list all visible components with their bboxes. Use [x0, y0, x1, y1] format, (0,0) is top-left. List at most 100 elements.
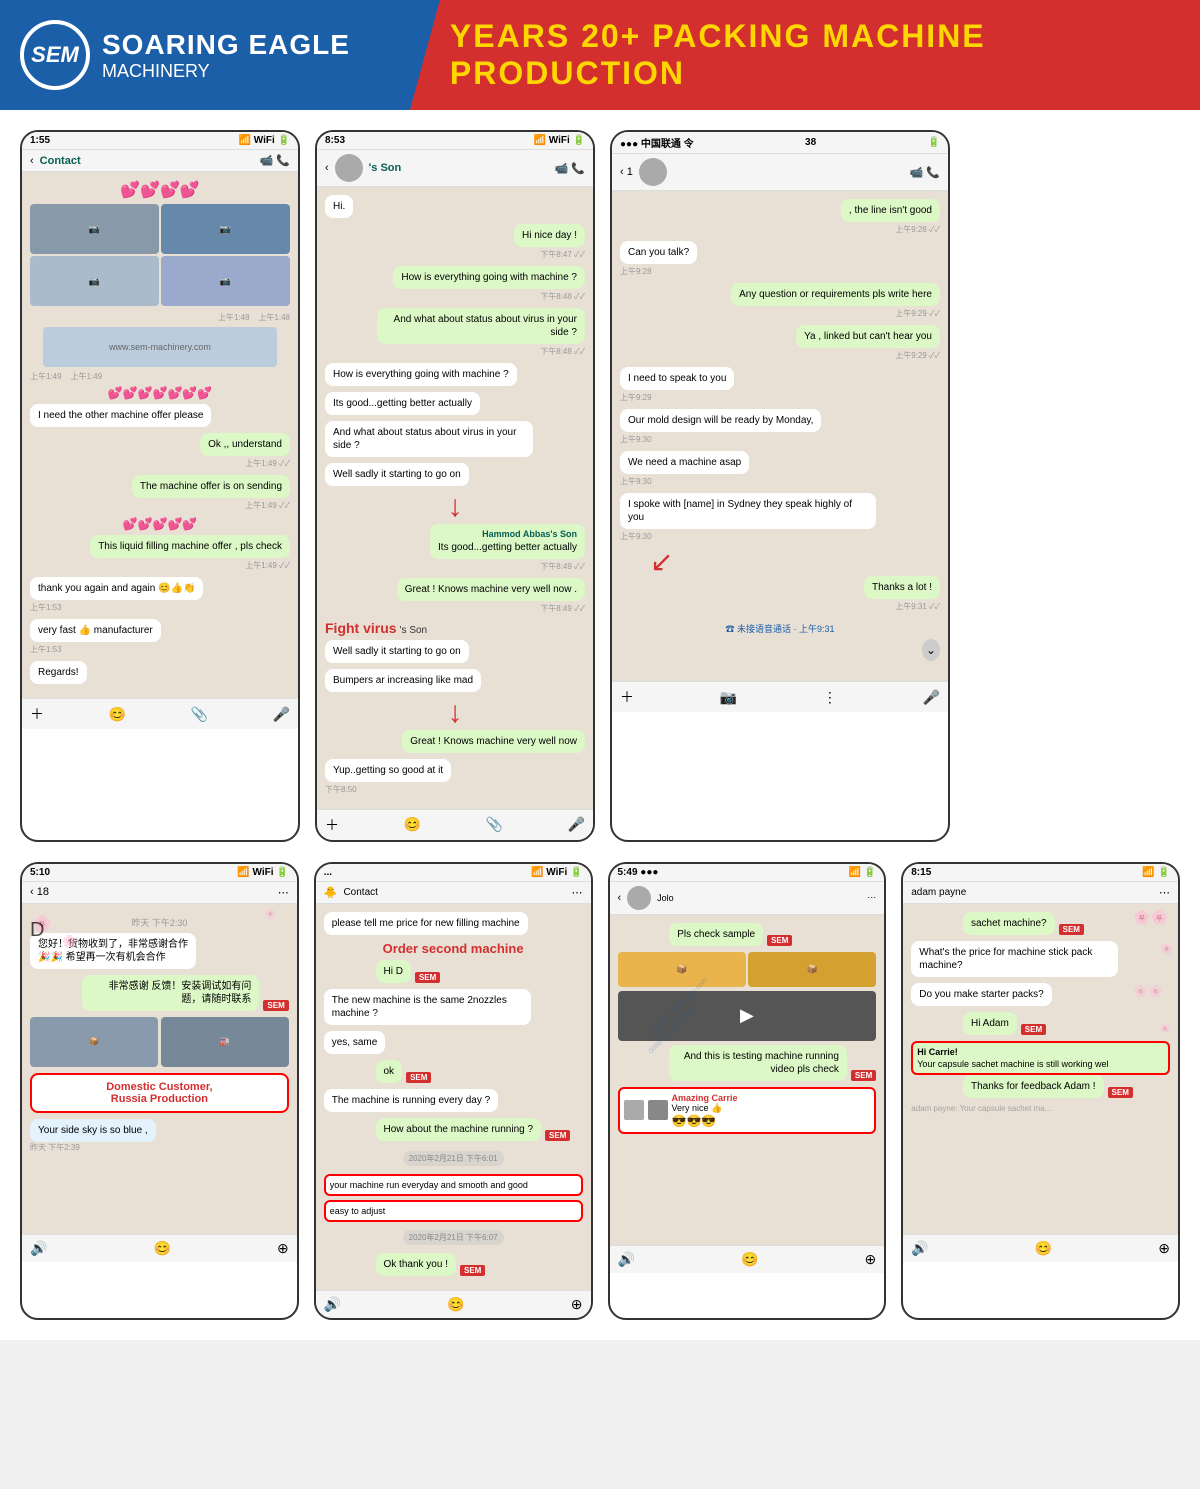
- phone-header-6: ‹ Jolo ⋯: [610, 882, 885, 915]
- msg-running-everyday: The machine is running every day ?: [324, 1089, 531, 1112]
- sample-img-1: 📦: [618, 952, 746, 987]
- attach-icon-2[interactable]: 📎: [486, 816, 503, 833]
- speaker-icon-7[interactable]: 🔊: [911, 1240, 928, 1257]
- machinery-images: 📦 🏭: [30, 1017, 289, 1067]
- scroll-btn-3[interactable]: ⌄: [922, 639, 940, 661]
- msg-time-great: 下午8:49 ✓✓: [377, 603, 585, 614]
- back-icon-2[interactable]: ‹: [325, 162, 329, 174]
- main-content: 1:55 📶 WiFi 🔋 ‹ Contact 📹 📞 💕💕💕💕 📷 📷 📷 📷: [0, 110, 1200, 1340]
- msg-hammod: Hammod Abbas's Son Its good...getting be…: [377, 524, 585, 572]
- msg-veryfast: very fast 👍 manufacturer 上午1:53: [30, 619, 238, 655]
- mic-icon-3[interactable]: 🎤: [923, 689, 940, 706]
- options-4[interactable]: ⋯: [278, 886, 289, 899]
- plus-icon-5[interactable]: ⊕: [571, 1296, 583, 1313]
- msg-bubble-starter: Do you make starter packs?: [911, 983, 1052, 1006]
- icons-6: 📶 🔋: [849, 867, 877, 878]
- video-container: ▶: [618, 991, 877, 1041]
- plus-icon-3[interactable]: ＋: [620, 687, 634, 707]
- bottom-bar-2[interactable]: ＋ 😊 📎 🎤: [317, 809, 593, 840]
- footer-text-7: adam payne: Your capsule sachet ma...: [911, 1104, 1170, 1113]
- speaker-icon-5[interactable]: 🔊: [324, 1296, 341, 1313]
- emoji-icon-5[interactable]: 😊: [447, 1296, 464, 1313]
- dots-icon-3[interactable]: ⋮: [823, 689, 837, 706]
- petal-5: 🌸: [1161, 944, 1173, 955]
- bottom-bar-7[interactable]: 🔊 😊 ⊕: [903, 1234, 1178, 1262]
- msg-time-ok: 上午1:49 ✓✓: [82, 458, 290, 469]
- plus-icon-7[interactable]: ⊕: [1158, 1240, 1170, 1257]
- call-icons-3[interactable]: 📹 📞: [910, 166, 940, 179]
- contact-name-6: Jolo: [657, 893, 674, 903]
- msg-time-spoke: 上午9:30: [620, 531, 876, 542]
- msg-bubble-sky: Your side sky is so blue ,: [30, 1119, 156, 1142]
- back-icon-3[interactable]: ‹ 1: [620, 166, 633, 178]
- attach-icon-1[interactable]: 📎: [191, 706, 208, 723]
- network-3: ●●● 中国联通 令: [620, 135, 694, 150]
- contact-name-1: Contact: [40, 155, 81, 167]
- plus-icon-6[interactable]: ⊕: [865, 1251, 877, 1268]
- msg-ok-thankyou: Ok thank you ! SEM: [376, 1253, 583, 1276]
- chat-screenshot-1: 1:55 📶 WiFi 🔋 ‹ Contact 📹 📞 💕💕💕💕 📷 📷 📷 📷: [20, 130, 300, 842]
- emoji-icon-1[interactable]: 😊: [109, 706, 126, 723]
- icons-3: 🔋: [928, 137, 940, 148]
- plus-icon-4[interactable]: ⊕: [277, 1240, 289, 1257]
- mic-icon-1[interactable]: 🎤: [273, 706, 290, 723]
- status-bar-4: 5:10 📶 WiFi 🔋: [22, 864, 297, 882]
- msg-bubble-great: Great ! Knows machine very well now .: [397, 578, 585, 601]
- msg-time-talk: 上午9:28: [620, 266, 876, 277]
- icons-7: 📶 🔋: [1142, 867, 1170, 878]
- easy-adjust-box: easy to adjust: [324, 1200, 583, 1222]
- fight-virus-sub: 's Son: [400, 625, 427, 636]
- video-thumb[interactable]: ▶: [618, 991, 877, 1041]
- bottom-bar-4[interactable]: 🔊 😊 ⊕: [22, 1234, 297, 1262]
- options-5[interactable]: ⋯: [572, 886, 583, 899]
- msg-bubble-goods: 您好！货物收到了，非常感谢合作🎉🎉 希望再一次有机会合作: [30, 933, 196, 969]
- msg-bubble-how: How is everything going with machine ?: [393, 266, 585, 289]
- speaker-icon-6[interactable]: 🔊: [618, 1251, 635, 1268]
- icons-2: 📶 WiFi 🔋: [534, 135, 585, 146]
- back-icon-1[interactable]: ‹: [30, 155, 34, 167]
- options-7[interactable]: ⋯: [1159, 886, 1170, 899]
- msg-bubble-yup: Yup..getting so good at it: [325, 759, 451, 782]
- plus-icon-2[interactable]: ＋: [325, 815, 339, 835]
- mic-icon-2[interactable]: 🎤: [568, 816, 585, 833]
- emoji-icon-2[interactable]: 😊: [404, 816, 421, 833]
- img-2: 📷: [161, 204, 290, 254]
- footer-quote-7: adam payne: Your capsule sachet ma...: [911, 1104, 1051, 1113]
- msg-mold: Our mold design will be ready by Monday,…: [620, 409, 876, 445]
- bottom-bar-5[interactable]: 🔊 😊 ⊕: [316, 1290, 591, 1318]
- msg-time-hammod: 下午8:49 ✓✓: [377, 561, 585, 572]
- emoji-icon-6[interactable]: 😊: [741, 1251, 758, 1268]
- bottom-bar-1[interactable]: ＋ 😊 📎 🎤: [22, 698, 298, 729]
- scroll-icon-3[interactable]: ⌄: [620, 643, 940, 657]
- header-divider: [370, 0, 410, 110]
- options-6[interactable]: ⋯: [867, 892, 876, 903]
- sem-badge-8: SEM: [1059, 924, 1084, 935]
- call-icons-2[interactable]: 📹 📞: [555, 162, 585, 175]
- back-icon-6[interactable]: ‹: [618, 892, 622, 904]
- msg-how-running: How about the machine running ? SEM: [376, 1118, 583, 1141]
- emoji-icon-4[interactable]: 😊: [154, 1240, 171, 1257]
- back-icon-4[interactable]: ‹ 18: [30, 886, 49, 898]
- msg-bubble-sachet: sachet machine?: [963, 912, 1055, 935]
- status-bar-6: 5:49 ●●● 📶 🔋: [610, 864, 885, 882]
- msg-bubble-spoke: I spoke with [name] in Sydney they speak…: [620, 493, 876, 529]
- msg-thankyou-4: 非常感谢 反馈！安装调试如有问题，请随时联系 SEM: [82, 975, 289, 1011]
- plus-icon-1[interactable]: ＋: [30, 704, 44, 724]
- time-2: 8:53: [325, 135, 345, 146]
- msg-bubble-speak: I need to speak to you: [620, 367, 734, 390]
- msg-bubble-running2: How about the machine running ?: [376, 1118, 542, 1141]
- msg-ok-understand: Ok ,, understand 上午1:49 ✓✓: [82, 433, 290, 469]
- speaker-icon-4[interactable]: 🔊: [30, 1240, 47, 1257]
- contact-name-2: 's Son: [369, 162, 402, 174]
- bottom-bar-6[interactable]: 🔊 😊 ⊕: [610, 1245, 885, 1273]
- call-icons-1[interactable]: 📹 📞: [260, 154, 290, 167]
- bottom-bar-3[interactable]: ＋ 📷 ⋮ 🎤: [612, 681, 948, 712]
- emoji-icon-7[interactable]: 😊: [1035, 1240, 1052, 1257]
- phone-header-4: ‹ 18 ⋯: [22, 882, 297, 904]
- avatar-3: [639, 158, 667, 186]
- order-second-label: Order second machine: [324, 941, 583, 956]
- chat-area-1: 💕💕💕💕 📷 📷 📷 📷 上午1:48 上午1:48 www.sem-machi…: [22, 172, 298, 698]
- date-divider-5b: 2020年2月21日 下午6:07: [403, 1230, 504, 1245]
- msg-sky-blue: Your side sky is so blue , 昨天 下午2:39: [30, 1119, 289, 1153]
- camera-icon-3[interactable]: 📷: [720, 689, 737, 706]
